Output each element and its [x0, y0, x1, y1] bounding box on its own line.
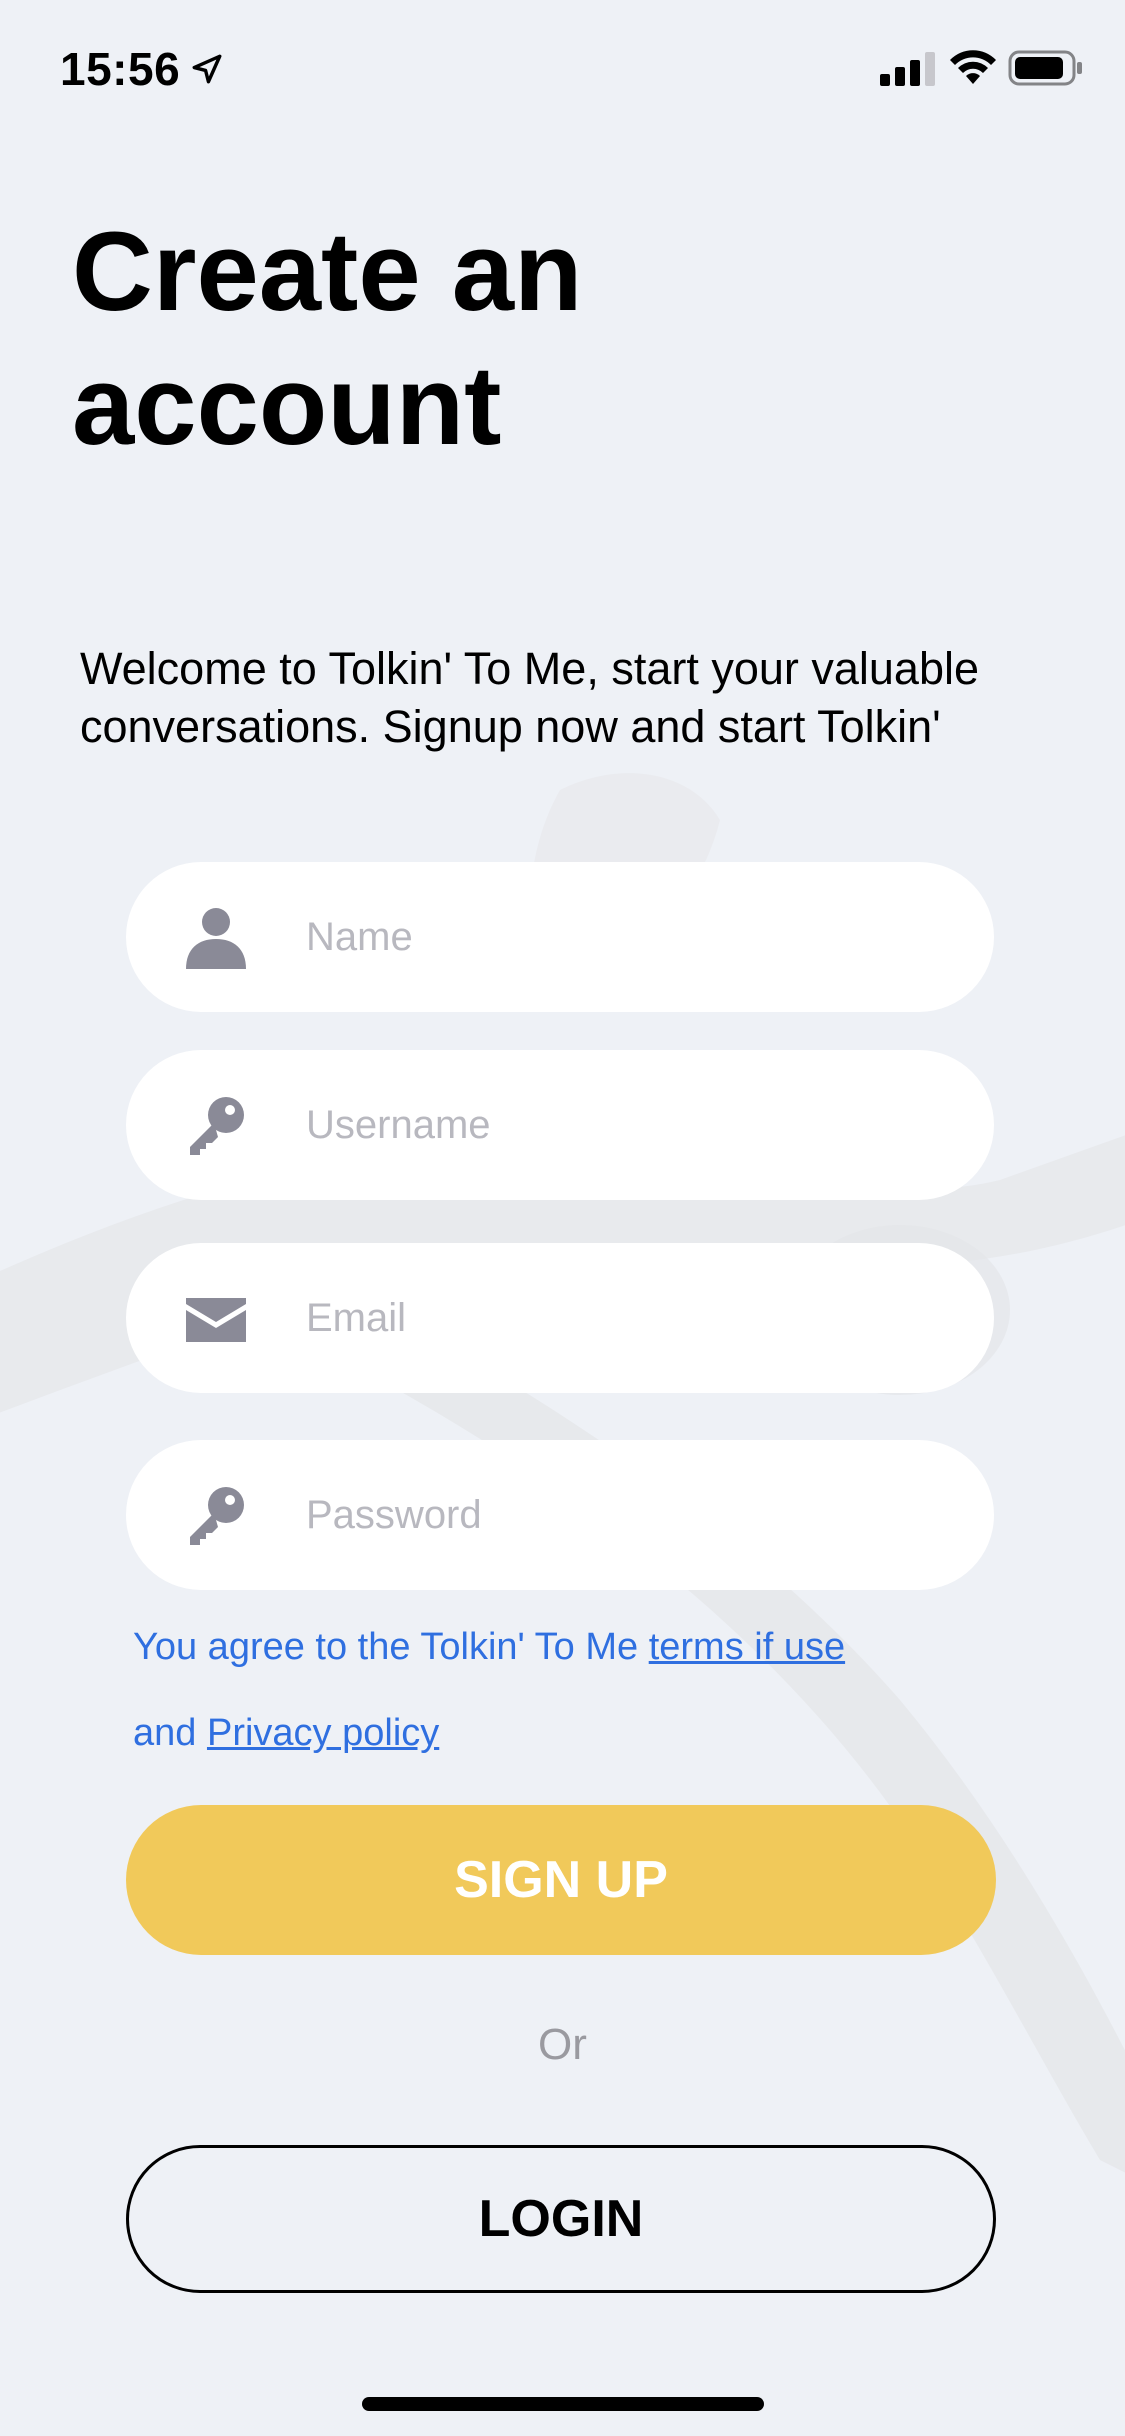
agreement-and: and [133, 1712, 207, 1754]
welcome-text: Welcome to Tolkin' To Me, start your val… [80, 640, 1080, 756]
welcome-line2: conversations. Signup now and start Tolk… [80, 701, 941, 752]
username-input[interactable] [306, 1050, 946, 1200]
username-field[interactable] [126, 1050, 994, 1200]
status-bar: 15:56 [0, 0, 1125, 135]
cellular-signal-icon [880, 52, 935, 86]
agreement-prefix: You agree to the Tolkin' To Me [133, 1626, 649, 1668]
status-time: 15:56 [60, 43, 181, 95]
battery-icon [1008, 50, 1082, 86]
agreement-line2: and Privacy policy [133, 1712, 993, 1755]
terms-of-use-link[interactable]: terms if use [649, 1626, 845, 1668]
email-field[interactable] [126, 1243, 994, 1393]
home-indicator[interactable] [362, 2397, 764, 2411]
name-input[interactable] [306, 862, 946, 1012]
key-icon [190, 1487, 244, 1545]
page-title: Create an account [72, 205, 772, 473]
privacy-policy-link[interactable]: Privacy policy [207, 1712, 439, 1754]
agreement-line1: You agree to the Tolkin' To Me terms if … [133, 1626, 993, 1669]
wifi-icon [950, 50, 996, 84]
welcome-line1: Welcome to Tolkin' To Me, start your val… [80, 643, 980, 694]
password-field[interactable] [126, 1440, 994, 1590]
page-title-line2: account [72, 343, 502, 468]
envelope-icon [186, 1298, 246, 1342]
location-arrow-icon [192, 54, 222, 84]
name-field[interactable] [126, 862, 994, 1012]
page-title-line1: Create an [72, 209, 583, 334]
person-icon [186, 908, 246, 969]
login-button[interactable]: LOGIN [126, 2145, 996, 2293]
key-icon [190, 1097, 244, 1155]
password-input[interactable] [306, 1440, 946, 1590]
email-input[interactable] [306, 1243, 946, 1393]
signup-button[interactable]: SIGN UP [126, 1805, 996, 1955]
or-divider-text: Or [538, 2020, 587, 2069]
